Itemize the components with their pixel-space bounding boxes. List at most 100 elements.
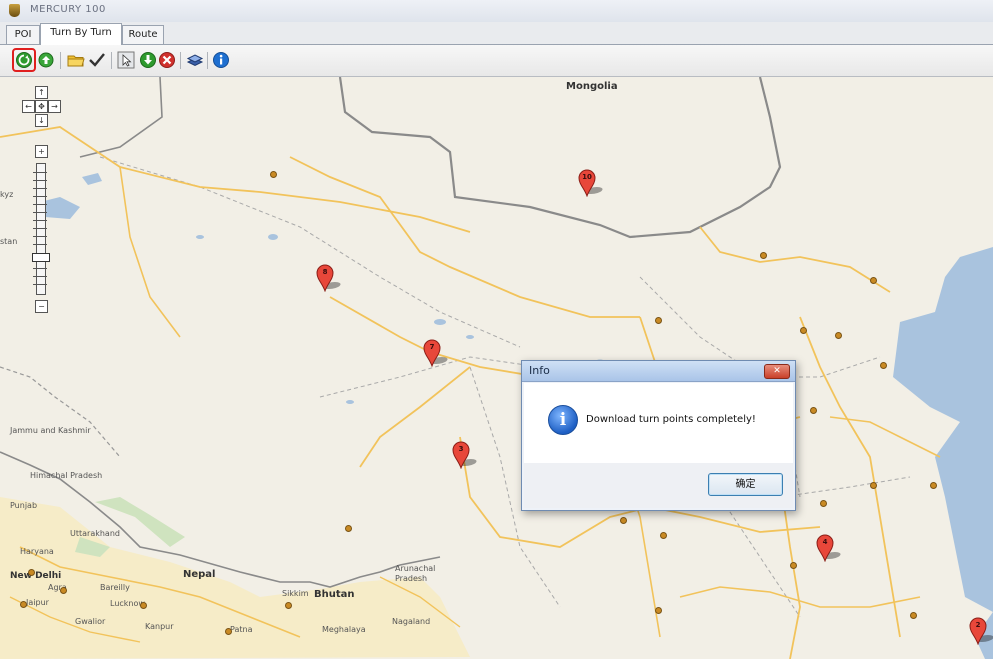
dialog-close-button[interactable]: ✕: [764, 364, 790, 379]
tab-turn-by-turn[interactable]: Turn By Turn: [40, 23, 122, 45]
zoom-tick: [33, 172, 47, 173]
layers-icon: [186, 54, 204, 67]
map-label-patna: Patna: [230, 625, 253, 634]
route-marker[interactable]: 8: [316, 264, 343, 292]
zoom-tick: [33, 276, 47, 277]
zoom-in-button[interactable]: +: [35, 145, 48, 158]
map-label-new-delhi: New Delhi: [10, 571, 62, 581]
map-label-jammu-kashmir: Jammu and Kashmir: [10, 426, 91, 435]
map-label-bareilly: Bareilly: [100, 583, 130, 592]
check-icon: [89, 53, 105, 67]
map-label-uttarakhand: Uttarakhand: [70, 529, 120, 538]
refresh-button[interactable]: [37, 51, 55, 69]
tab-bar: POI Turn By Turn Route: [0, 22, 993, 45]
route-marker[interactable]: 10: [578, 169, 605, 197]
city-dot: [345, 525, 352, 532]
map-view[interactable]: Mongolia Jammu and Kashmir Himachal Prad…: [0, 77, 993, 659]
city-dot: [880, 362, 887, 369]
city-dot: [760, 252, 767, 259]
city-dot: [620, 517, 627, 524]
refresh-icon: [38, 52, 54, 68]
city-dot: [655, 607, 662, 614]
map-base: [0, 77, 993, 659]
marker-number: 2: [975, 621, 981, 629]
map-label-jaipur: Jaipur: [26, 598, 49, 607]
route-marker[interactable]: 7: [423, 339, 450, 367]
open-folder-icon: [67, 55, 85, 67]
delete-button[interactable]: [158, 51, 176, 69]
zoom-tick: [33, 212, 47, 213]
zoom-tick: [33, 188, 47, 189]
city-dot: [285, 602, 292, 609]
route-marker[interactable]: 4: [816, 534, 843, 562]
map-label-meghalaya: Meghalaya: [322, 625, 366, 634]
dialog-message: Download turn points completely!: [586, 414, 756, 425]
ok-button[interactable]: 确定: [708, 473, 783, 496]
pan-right-button[interactable]: →: [48, 100, 61, 113]
window-titlebar: MERCURY 100: [0, 0, 993, 23]
layers-button[interactable]: [186, 51, 204, 69]
city-dot: [910, 612, 917, 619]
info-button[interactable]: [212, 51, 230, 69]
tab-route[interactable]: Route: [122, 25, 164, 44]
city-dot: [28, 569, 35, 576]
app-icon: [9, 4, 20, 17]
map-label-nepal: Nepal: [183, 569, 216, 580]
pan-down-button[interactable]: ↓: [35, 114, 48, 127]
toolbar-separator: [207, 52, 208, 69]
delete-icon: [159, 52, 175, 68]
zoom-tick: [33, 204, 47, 205]
zoom-tick: [33, 180, 47, 181]
marker-number: 8: [322, 268, 328, 276]
dialog-footer: 确定: [524, 463, 793, 508]
dialog-titlebar: Info ✕: [522, 361, 795, 382]
city-dot: [790, 562, 797, 569]
city-dot: [870, 277, 877, 284]
select-icon: [117, 51, 135, 69]
route-marker[interactable]: 2: [969, 617, 993, 645]
city-dot: [270, 171, 277, 178]
open-button[interactable]: [67, 51, 85, 69]
toolbar: [0, 45, 993, 77]
zoom-tick: [33, 236, 47, 237]
info-icon: [213, 52, 229, 68]
zoom-slider-thumb[interactable]: [32, 253, 50, 262]
marker-number: 4: [822, 538, 828, 546]
check-button[interactable]: [88, 51, 106, 69]
zoom-out-button[interactable]: −: [35, 300, 48, 313]
zoom-tick: [33, 220, 47, 221]
pan-left-button[interactable]: ←: [22, 100, 35, 113]
city-dot: [800, 327, 807, 334]
city-dot: [225, 628, 232, 635]
map-label-sikkim: Sikkim: [282, 589, 309, 598]
select-button[interactable]: [117, 51, 135, 69]
pan-center-button[interactable]: ✥: [35, 100, 48, 113]
dialog-title: Info: [529, 364, 550, 377]
tab-poi[interactable]: POI: [6, 25, 40, 44]
route-marker[interactable]: 3: [452, 441, 479, 469]
map-label-himachal: Himachal Pradesh: [30, 471, 103, 480]
map-label-punjab: Punjab: [10, 501, 38, 510]
city-dot: [820, 500, 827, 507]
toolbar-separator: [111, 52, 112, 69]
zoom-tick: [33, 228, 47, 229]
window-title: MERCURY 100: [30, 4, 106, 15]
zoom-tick: [33, 196, 47, 197]
map-label-haryana: Haryana: [20, 547, 54, 556]
map-label-kanpur: Kanpur: [145, 622, 174, 631]
marker-number: 10: [582, 173, 592, 181]
marker-number: 3: [458, 445, 464, 453]
download-button[interactable]: [139, 51, 157, 69]
toolbar-separator: [60, 52, 61, 69]
pan-up-button[interactable]: ↑: [35, 86, 48, 99]
map-label-gwalior: Gwalior: [75, 617, 106, 626]
zoom-tick: [33, 244, 47, 245]
city-dot: [20, 601, 27, 608]
city-dot: [930, 482, 937, 489]
map-label-arunachal: Arunachal Pradesh: [395, 564, 436, 583]
zoom-tick: [33, 284, 47, 285]
dialog-body: i Download turn points completely!: [524, 383, 793, 463]
map-nav-control: ↑ ← ✥ → ↓ + −: [0, 77, 61, 317]
download-turn-points-button[interactable]: [15, 51, 33, 69]
city-dot: [810, 407, 817, 414]
